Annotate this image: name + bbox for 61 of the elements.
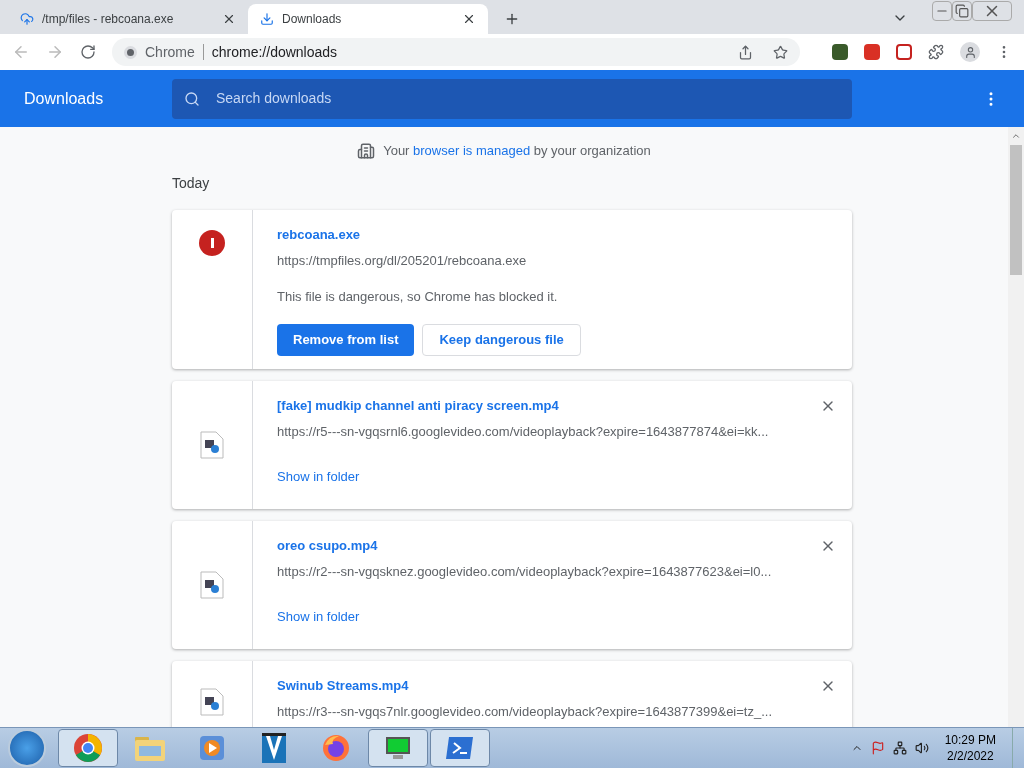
file-name-link[interactable]: oreo csupo.mp4 [277, 537, 378, 554]
download-icon [260, 12, 274, 26]
new-tab-icon[interactable] [504, 11, 520, 27]
folder-icon [134, 734, 166, 762]
profile-avatar[interactable] [960, 42, 980, 62]
tab-title: /tmp/files - rebcoana.exe [42, 11, 175, 28]
flag-icon[interactable] [870, 741, 885, 755]
address-bar[interactable]: Chrome chrome://downloads [112, 38, 800, 66]
source-url: https://tmpfiles.org/dl/205201/rebcoana.exe [277, 252, 528, 269]
url-text: chrome://downloads [211, 42, 339, 62]
restore-icon[interactable] [952, 1, 972, 21]
video-file-icon [200, 570, 224, 599]
reload-icon[interactable] [80, 44, 96, 60]
monitor-icon [383, 734, 413, 762]
close-icon[interactable] [222, 12, 236, 26]
volume-icon[interactable] [914, 741, 929, 755]
share-icon[interactable] [738, 44, 753, 60]
source-url: https://r3---sn-vgqs7nlr.googlevideo.com/videoplayback?expire=1643877399&ei=tz_... [277, 703, 774, 720]
browser-tab[interactable]: Downloads [248, 4, 488, 34]
remove-button[interactable]: Remove from list [277, 323, 415, 356]
search-icon [184, 90, 200, 107]
file-name-link[interactable]: rebcoana.exe [277, 226, 361, 243]
clock-time[interactable]: 10:29 PM [944, 732, 996, 748]
start-button[interactable] [8, 729, 46, 767]
media-player-icon [198, 734, 226, 762]
video-file-icon [200, 688, 224, 716]
keep-button[interactable]: Keep dangerous file [422, 323, 581, 356]
puzzle-icon[interactable] [928, 44, 944, 60]
source-url: https://r2---sn-vgqsknez.googlevideo.com/videoplayback?expire=1643877623&ei=l0... [277, 563, 773, 580]
building-icon [357, 141, 376, 160]
editor-icon [260, 732, 288, 764]
managed-notice: Your browser is managed by your organization [383, 142, 651, 160]
date-heading: Today [172, 173, 211, 193]
file-name-link[interactable]: Swinub Streams.mp4 [277, 677, 409, 694]
close-window-icon[interactable] [972, 1, 1012, 21]
network-icon[interactable] [892, 741, 907, 755]
search-field[interactable]: Search downloads [172, 78, 852, 119]
warning-message: This file is dangerous, so Chrome has blocked it. [277, 288, 559, 305]
show-in-folder-link[interactable]: Show in folder [277, 468, 360, 485]
extension-icon[interactable] [864, 44, 880, 60]
terminal-icon [445, 735, 475, 761]
bookmark-star-icon[interactable] [773, 44, 788, 60]
source-url: https://r5---sn-vgqsrnl6.googlevideo.com/videoplayback?expire=1643877874&ei=kk... [277, 423, 770, 440]
managed-link[interactable]: browser is managed [413, 143, 531, 158]
file-name-link[interactable]: [fake] mudkip channel anti piracy screen.mp4 [277, 397, 559, 414]
site-label: Chrome [145, 42, 195, 62]
scroll-up-icon[interactable] [1011, 131, 1021, 141]
video-file-icon [200, 430, 224, 459]
firefox-icon [321, 733, 351, 763]
extension-icon[interactable] [832, 44, 848, 60]
error-icon [199, 229, 225, 256]
show-in-folder-link[interactable]: Show in folder [277, 608, 360, 625]
tab-title: Downloads [282, 11, 343, 28]
page-title: Downloads [24, 88, 105, 109]
scroll-thumb[interactable] [1010, 145, 1022, 275]
search-input[interactable]: Search downloads [216, 88, 840, 109]
clock-date[interactable]: 2/2/2022 [946, 748, 994, 764]
browser-tab[interactable]: /tmp/files - rebcoana.exe [8, 4, 248, 34]
close-icon[interactable] [462, 12, 476, 26]
extension-icon[interactable] [896, 44, 912, 60]
cloud-icon [20, 12, 34, 26]
